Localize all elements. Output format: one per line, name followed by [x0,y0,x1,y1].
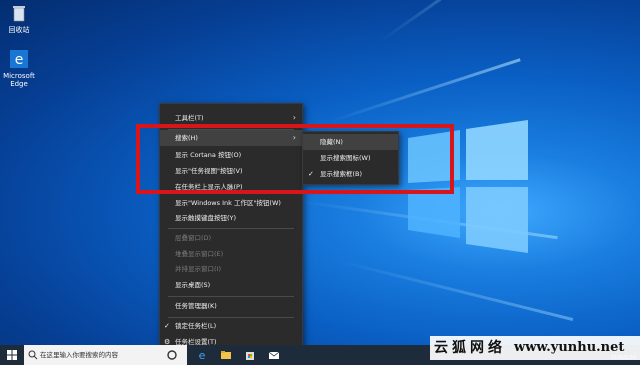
watermark-url: www.yunhu.net [514,340,625,355]
search-icon [28,350,38,360]
menu-separator [168,296,294,297]
menu-item-show-touch-keyboard[interactable]: 显示触摸键盘按钮(Y) [160,210,302,226]
mail-icon[interactable] [268,349,280,361]
menu-item-stack: 堆叠显示窗口(E) [175,250,224,258]
svg-text:e: e [199,349,206,361]
highlight-annotation-box [136,124,454,194]
taskbar-search-box[interactable]: 在这里输入你要搜索的内容 [24,345,187,365]
cortana-icon[interactable] [166,349,178,361]
light-beam [329,58,521,123]
menu-separator [168,228,294,229]
light-beam [379,0,529,43]
store-icon[interactable] [244,349,256,361]
watermark-brand: 云狐网络 [434,340,506,356]
menu-item-task-manager[interactable]: 任务管理器(K) [160,298,302,314]
light-beam [339,260,574,322]
edge-taskbar-icon[interactable]: e [196,349,208,361]
svg-text:e: e [15,52,24,68]
menu-item-show-windows-ink[interactable]: 显示"Windows Ink 工作区"按钮(W) [160,195,302,211]
desktop-icon-label: Microsoft Edge [3,72,35,88]
recycle-bin-icon [13,6,25,22]
start-button[interactable] [0,345,24,365]
menu-item-show-desktop[interactable]: 显示桌面(S) [160,277,302,293]
edge-icon: e [10,50,28,68]
menu-item-lock-taskbar[interactable]: ✓ 锁定任务栏(L) [160,318,302,334]
menu-item-cascade: 层叠窗口(D) [175,234,212,242]
desktop-icon-edge[interactable]: e Microsoft Edge [1,50,37,88]
desktop-icon-label: 回收站 [8,26,30,34]
menu-item-side-by-side: 并排显示窗口(I) [175,265,221,273]
checkmark-icon: ✓ [164,322,170,330]
file-explorer-icon[interactable] [220,349,232,361]
search-placeholder: 在这里输入你要搜索的内容 [40,351,118,359]
watermark-banner: 云狐网络 www.yunhu.net [430,336,640,360]
desktop-icon-recycle-bin[interactable]: 回收站 [1,4,37,34]
